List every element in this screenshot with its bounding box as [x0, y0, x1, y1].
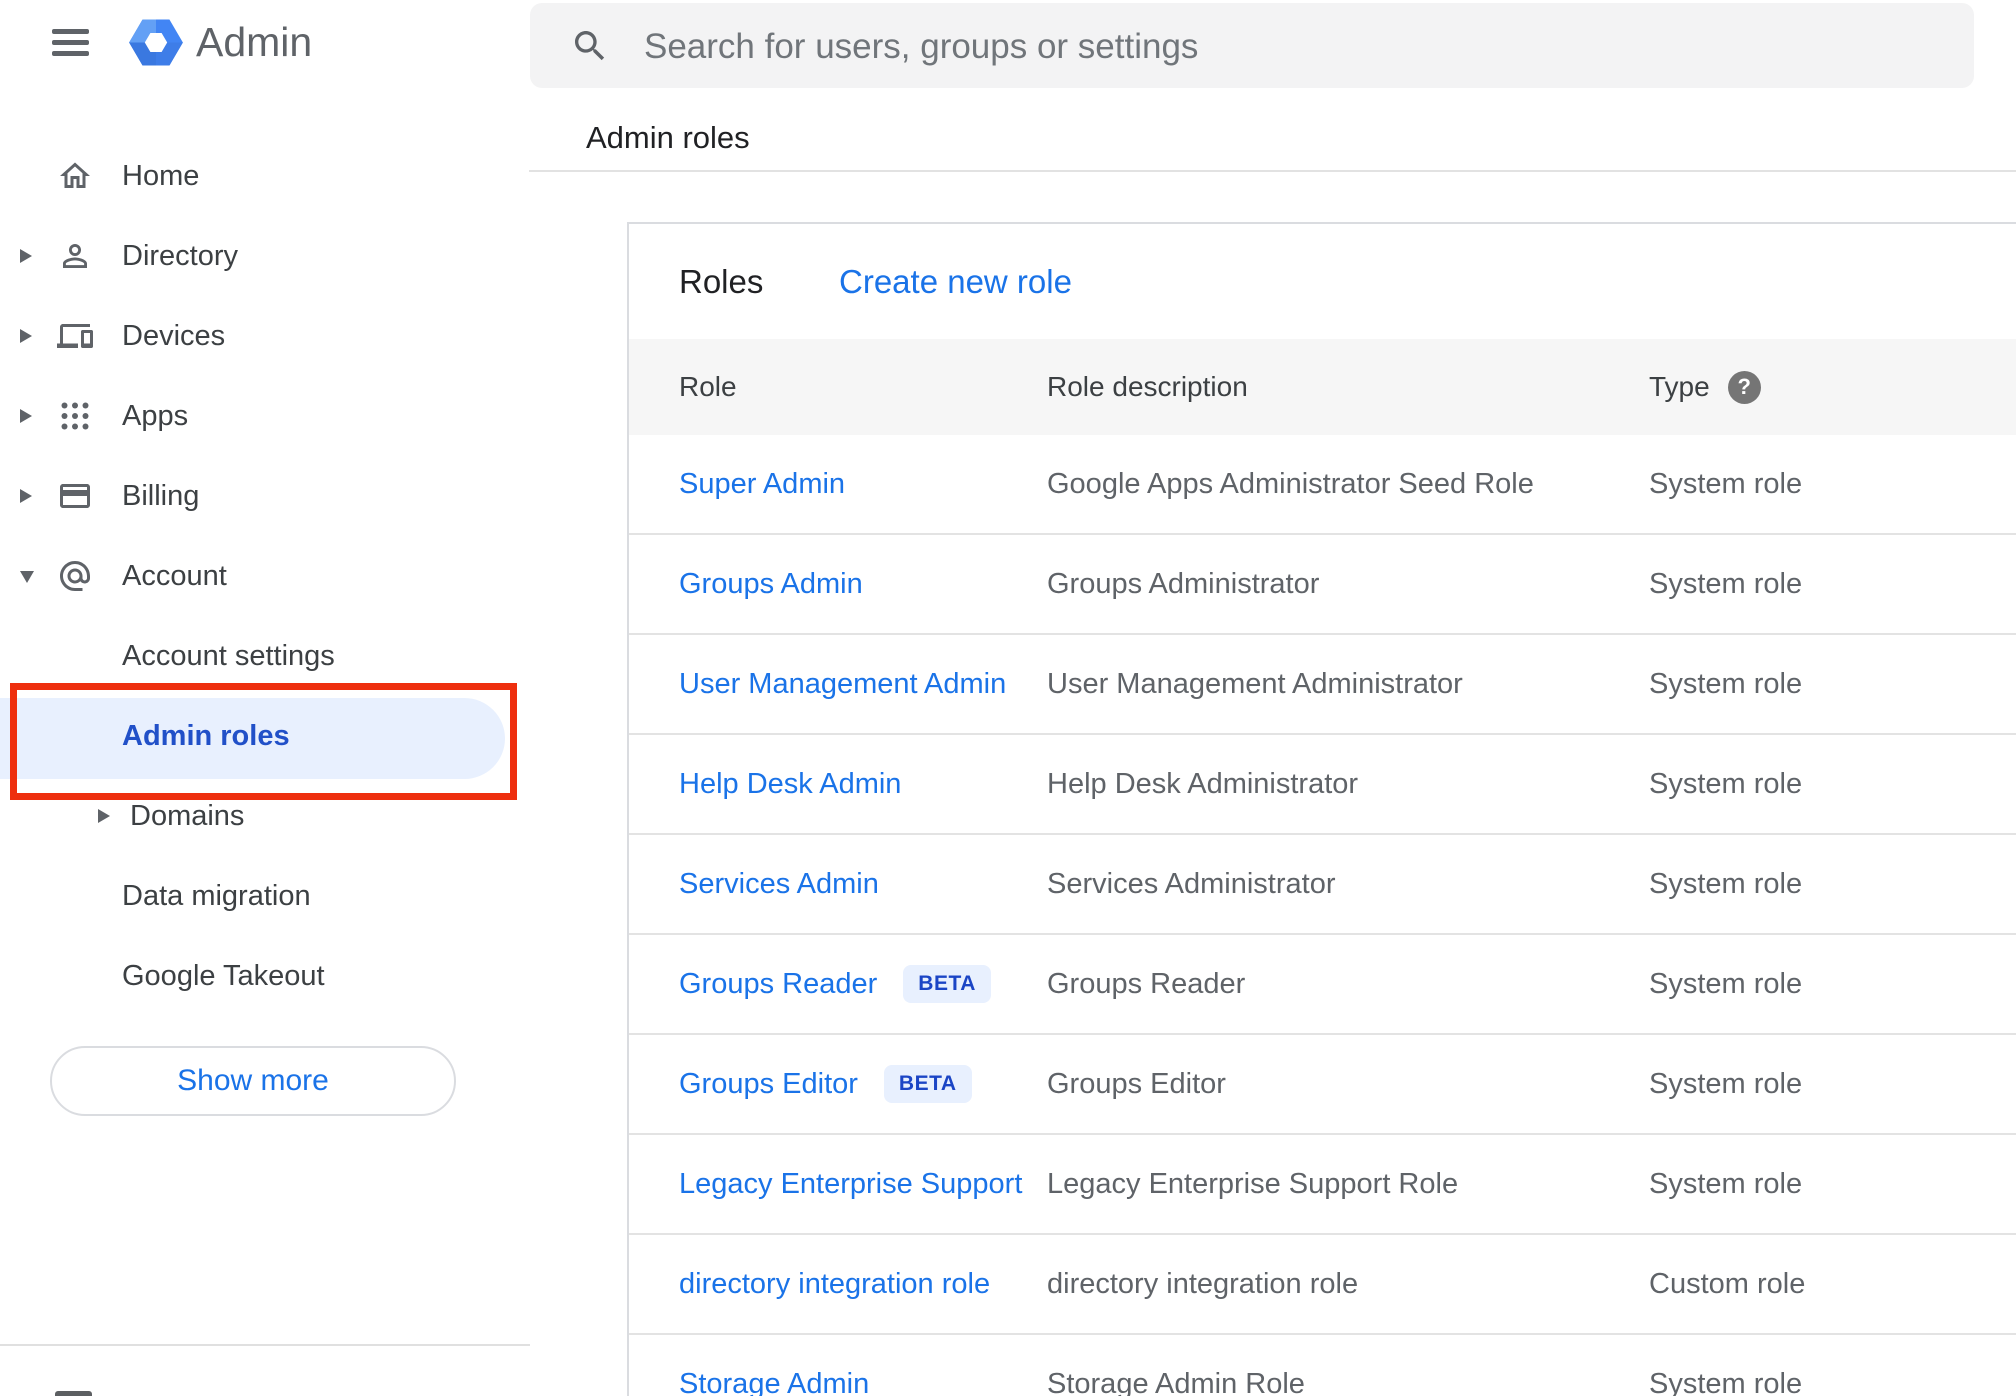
- search-input[interactable]: [642, 3, 1946, 90]
- table-row: Services Admin Services Administrator Syst…: [629, 833, 2016, 933]
- directory-icon: [57, 238, 93, 274]
- beta-badge: BETA: [883, 1065, 972, 1103]
- account-icon: [57, 558, 93, 594]
- role-description: User Management Administrator: [1047, 667, 1463, 700]
- role-description: Groups Editor: [1047, 1067, 1226, 1100]
- table-row: Super Admin Google Apps Administrator See…: [629, 435, 2016, 533]
- sidebar-item-account[interactable]: Account: [0, 536, 530, 616]
- table-body: Super Admin Google Apps Administrator See…: [629, 435, 2016, 1396]
- table-row: Legacy Enterprise Support Legacy Enterpri…: [629, 1133, 2016, 1233]
- role-link[interactable]: Groups Editor BETA: [679, 1035, 972, 1133]
- sidebar-item-directory[interactable]: Directory: [0, 216, 530, 296]
- sidebar-item-billing[interactable]: Billing: [0, 456, 530, 536]
- show-more-button[interactable]: Show more: [50, 1046, 456, 1116]
- role-description: directory integration role: [1047, 1267, 1359, 1300]
- role-link[interactable]: Super Admin: [679, 435, 845, 533]
- billing-icon: [57, 478, 93, 514]
- sidebar-item-apps[interactable]: Apps: [0, 376, 530, 456]
- chevron-right-icon: [20, 249, 32, 263]
- role-description: Groups Administrator: [1047, 567, 1320, 600]
- table-row: Help Desk Admin Help Desk Administrator Sy…: [629, 733, 2016, 833]
- sidebar-bottom-divider: [0, 1344, 530, 1346]
- role-type: System role: [1649, 867, 1803, 900]
- role-link[interactable]: Services Admin: [679, 835, 879, 933]
- sidebar-item-label: Apps: [122, 399, 189, 432]
- help-icon[interactable]: ?: [1727, 370, 1761, 404]
- chevron-right-icon: [98, 809, 110, 823]
- sidebar-item-label: Account: [122, 559, 227, 592]
- chevron-right-icon: [20, 329, 32, 343]
- role-type: System role: [1649, 1167, 1803, 1200]
- card-title-row: Roles Create new role: [629, 224, 2016, 339]
- admin-logo-icon: [128, 14, 184, 71]
- role-type: System role: [1649, 667, 1803, 700]
- sidebar-item-data-migration[interactable]: Data migration: [0, 856, 530, 936]
- red-annotation-box: [10, 683, 517, 800]
- role-type: System role: [1649, 1367, 1803, 1396]
- role-type: System role: [1649, 567, 1803, 600]
- role-type: System role: [1649, 467, 1803, 500]
- search-bar[interactable]: [530, 3, 1974, 90]
- role-type: System role: [1649, 1067, 1803, 1100]
- column-header-type: Type ?: [1649, 339, 1761, 435]
- sidebar-item-label: Google Takeout: [122, 959, 325, 992]
- sidebar-item-devices[interactable]: Devices: [0, 296, 530, 376]
- role-link[interactable]: Storage Admin: [679, 1335, 869, 1396]
- table-row: Groups Reader BETA Groups Reader System rol…: [629, 933, 2016, 1033]
- role-description: Google Apps Administrator Seed Role: [1047, 467, 1534, 500]
- roles-card: Roles Create new role Role Role descript…: [627, 222, 2016, 1396]
- table-row: Storage Admin Storage Admin Role System ro…: [629, 1333, 2016, 1396]
- chevron-right-icon: [20, 489, 32, 503]
- hamburger-menu-icon[interactable]: [46, 20, 94, 66]
- role-description: Storage Admin Role: [1047, 1367, 1305, 1396]
- beta-badge: BETA: [903, 965, 991, 1003]
- table-header-row: Role Role description Type ?: [629, 339, 2016, 435]
- sidebar-item-home[interactable]: Home: [0, 136, 530, 216]
- chevron-right-icon: [20, 409, 32, 423]
- role-link[interactable]: Legacy Enterprise Support: [679, 1135, 1022, 1233]
- table-row: directory integration role directory inte…: [629, 1233, 2016, 1333]
- create-new-role-link[interactable]: Create new role: [839, 224, 1072, 339]
- sidebar-item-label: Devices: [122, 319, 226, 352]
- role-description: Groups Reader: [1047, 967, 1246, 1000]
- sidebar: Admin Home Directory Devices Apps Billing Acc…: [0, 0, 530, 1396]
- chevron-down-icon: [20, 571, 34, 583]
- search-icon: [570, 26, 610, 66]
- role-description: Help Desk Administrator: [1047, 767, 1359, 800]
- table-row: Groups Admin Groups Administrator System r…: [629, 533, 2016, 633]
- role-link[interactable]: Groups Reader BETA: [679, 935, 991, 1033]
- apps-icon: [57, 398, 93, 434]
- table-row: Groups Editor BETA Groups Editor System rol…: [629, 1033, 2016, 1133]
- app-title: Admin: [196, 19, 313, 65]
- role-description: Services Administrator: [1047, 867, 1336, 900]
- role-link[interactable]: directory integration role: [679, 1235, 990, 1333]
- column-header-role: Role: [679, 371, 737, 402]
- admin-console-screen: Admin Home Directory Devices Apps Billing Acc…: [0, 0, 2016, 1396]
- sidebar-item-label: Directory: [122, 239, 239, 272]
- cutoff-section-icon: [55, 1391, 92, 1396]
- role-type: System role: [1649, 767, 1803, 800]
- role-type: System role: [1649, 967, 1803, 1000]
- breadcrumb-divider: [529, 170, 2016, 172]
- role-link[interactable]: User Management Admin: [679, 635, 1006, 733]
- role-description: Legacy Enterprise Support Role: [1047, 1167, 1459, 1200]
- breadcrumb: Admin roles: [586, 120, 750, 155]
- table-row: User Management Admin User Management Adm…: [629, 633, 2016, 733]
- sidebar-item-google-takeout[interactable]: Google Takeout: [0, 936, 530, 1016]
- card-title: Roles: [679, 262, 764, 300]
- role-type: Custom role: [1649, 1267, 1806, 1300]
- role-link[interactable]: Help Desk Admin: [679, 735, 901, 833]
- sidebar-item-label: Home: [122, 159, 200, 192]
- role-link[interactable]: Groups Admin: [679, 535, 863, 633]
- sidebar-item-label: Billing: [122, 479, 200, 512]
- devices-icon: [57, 318, 93, 354]
- column-header-role-description: Role description: [1047, 371, 1248, 402]
- home-icon: [57, 158, 93, 194]
- sidebar-item-label: Data migration: [122, 879, 311, 912]
